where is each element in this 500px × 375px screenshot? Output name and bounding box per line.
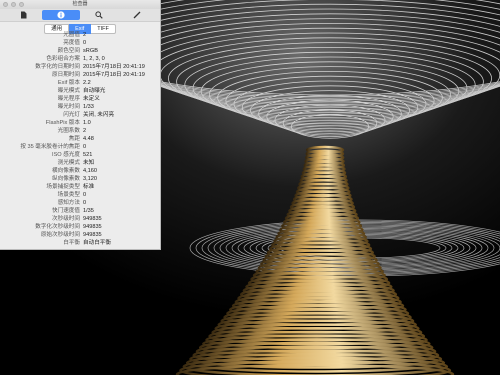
exif-value[interactable]: 3,120 [83, 175, 97, 183]
exif-value[interactable]: 2 [83, 127, 86, 135]
exif-row: 亮度值 0 [0, 39, 161, 47]
exif-label: 白平衡 [63, 240, 80, 246]
exif-row: 色彩组合方案 1, 2, 3, 0 [0, 55, 161, 63]
exif-label: 颜色空间 [57, 48, 80, 54]
exif-row: 感知方法 0 [0, 199, 161, 207]
exif-value[interactable]: 关闭, 未闪亮 [83, 111, 114, 119]
exif-value[interactable]: 1.0 [83, 119, 91, 127]
exif-row: 测光模式 未知 [0, 159, 161, 167]
exif-value[interactable]: 2015年7月18日 20:41:19 [83, 63, 145, 71]
exif-row: 光圈值 2 [0, 31, 161, 39]
exif-row: ISO 感光度 521 [0, 151, 161, 159]
exif-row: 场景捕捉类型 标准 [0, 183, 161, 191]
exif-row: Exif 版本 2.2 [0, 79, 161, 87]
exif-row: 次秒级时间 949835 [0, 215, 161, 223]
exif-row: FlashPix 版本 1.0 [0, 119, 161, 127]
exif-value[interactable]: 2 [83, 31, 86, 39]
info-icon [57, 11, 65, 19]
exif-row: 曝光程序 未定义 [0, 95, 161, 103]
exif-label: FlashPix 版本 [45, 120, 80, 126]
exif-label: 数字化的日期时间 [35, 64, 80, 70]
exif-row: 焦距 4.48 [0, 135, 161, 143]
exif-value[interactable]: 2.2 [83, 79, 91, 87]
exif-value[interactable]: 0 [83, 191, 86, 199]
exif-value[interactable]: 1/35 [83, 207, 94, 215]
exif-row: 闪光灯 关闭, 未闪亮 [0, 111, 161, 119]
exif-row: 按 35 毫米胶卷计的焦距 0 [0, 143, 161, 151]
general-info-tab[interactable] [4, 10, 42, 20]
exif-label: 光圈值 [63, 32, 80, 38]
exif-label: 数字化次秒级时间 [35, 224, 80, 230]
exif-value[interactable]: 0 [83, 143, 86, 151]
exif-value[interactable]: 4.48 [83, 135, 94, 143]
document-icon [20, 11, 26, 19]
exif-label: 曝光程序 [57, 96, 80, 102]
window-title: 检查器 [72, 1, 88, 7]
exif-row: 颜色空间 sRGB [0, 47, 161, 55]
exif-label: 光圈系数 [57, 128, 80, 134]
exif-label: 纵向像素数 [52, 176, 80, 182]
exif-label: 感知方法 [57, 200, 80, 206]
exif-row: 光圈系数 2 [0, 127, 161, 135]
magnifier-icon [95, 11, 103, 19]
exif-value[interactable]: 2015年7月18日 20:41:19 [83, 71, 145, 79]
exif-label: 测光模式 [57, 160, 80, 166]
exif-label: 次秒级时间 [52, 216, 80, 222]
inspector-window: 检查器 通用 Exif TIFF 光圈值 2 亮度值 0 颜色空间 sRGB 色… [0, 0, 161, 250]
exif-value[interactable]: 521 [83, 151, 92, 159]
exif-value[interactable]: sRGB [83, 47, 98, 55]
exif-label: ISO 感光度 [52, 152, 80, 158]
exif-label: 闪光灯 [63, 112, 80, 118]
exif-row: 原日期时间 2015年7月18日 20:41:19 [0, 71, 161, 79]
exif-row: 数字化次秒级时间 949835 [0, 223, 161, 231]
exif-label: 场景类型 [57, 192, 80, 198]
exif-row: 曝光模式 自动曝光 [0, 87, 161, 95]
exif-value[interactable]: 自动曝光 [83, 87, 105, 95]
exif-value[interactable]: 0 [83, 39, 86, 47]
exif-value[interactable]: 1, 2, 3, 0 [83, 55, 105, 63]
exif-value[interactable]: 1/33 [83, 103, 94, 111]
exif-label: 焦距 [68, 136, 80, 142]
exif-value[interactable]: 949835 [83, 223, 102, 231]
search-tab[interactable] [80, 10, 118, 20]
exif-label: Exif 版本 [57, 80, 80, 86]
more-info-tab[interactable] [42, 10, 80, 20]
exif-label: 按 35 毫米胶卷计的焦距 [20, 144, 80, 150]
annotate-tab[interactable] [118, 10, 156, 20]
exif-label: 场景捕捉类型 [46, 184, 80, 190]
exif-label: 曝光模式 [57, 88, 80, 94]
exif-row: 曝光时间 1/33 [0, 103, 161, 111]
exif-row: 白平衡 自动白平衡 [0, 239, 161, 247]
pen-icon [133, 11, 141, 19]
exif-label: 原日期时间 [52, 72, 80, 78]
exif-label: 横向像素数 [52, 168, 80, 174]
exif-row: 原始次秒级时间 949835 [0, 231, 161, 239]
exif-row: 快门速度值 1/35 [0, 207, 161, 215]
exif-value[interactable]: 标准 [83, 183, 94, 191]
exif-value[interactable]: 949835 [83, 231, 102, 239]
exif-row: 横向像素数 4,160 [0, 167, 161, 175]
exif-row: 纵向像素数 3,120 [0, 175, 161, 183]
title-bar: 检查器 [0, 0, 160, 9]
exif-value[interactable]: 949835 [83, 215, 102, 223]
exif-list: 光圈值 2 亮度值 0 颜色空间 sRGB 色彩组合方案 1, 2, 3, 0 数字化的日期时间… [0, 31, 161, 247]
exif-value[interactable]: 4,160 [83, 167, 97, 175]
exif-label: 快门速度值 [52, 208, 80, 214]
exif-value[interactable]: 0 [83, 199, 86, 207]
exif-value[interactable]: 未知 [83, 159, 94, 167]
exif-label: 亮度值 [63, 40, 80, 46]
exif-label: 曝光时间 [57, 104, 80, 110]
exif-value[interactable]: 自动白平衡 [83, 239, 111, 247]
exif-label: 色彩组合方案 [46, 56, 80, 62]
exif-value[interactable]: 未定义 [83, 95, 100, 103]
exif-row: 场景类型 0 [0, 191, 161, 199]
inspector-toolbar [0, 9, 160, 22]
exif-label: 原始次秒级时间 [40, 232, 80, 238]
exif-row: 数字化的日期时间 2015年7月18日 20:41:19 [0, 63, 161, 71]
